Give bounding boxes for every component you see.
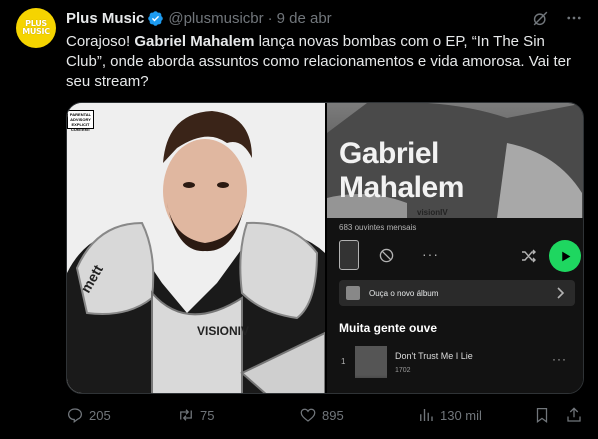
share-button[interactable] — [565, 404, 583, 426]
separator-dot: · — [267, 9, 273, 27]
views-count: 130 mil — [440, 407, 482, 423]
share-icon — [567, 407, 581, 422]
new-album-thumbnail — [346, 286, 360, 300]
track-title: Don't Trust Me I Lie — [395, 351, 473, 361]
avatar-logo-text: PLUS MUSIC — [22, 19, 50, 36]
spotify-artist-name: Gabriel Mahalem — [339, 137, 464, 205]
post-text-part1: Corajoso! — [66, 33, 135, 50]
more-icon[interactable] — [564, 8, 584, 28]
like-icon — [300, 408, 316, 422]
track-more-icon: ··· — [552, 352, 567, 366]
post-text: Corajoso! Gabriel Mahalem lança novas bo… — [66, 32, 584, 92]
author-display-name[interactable]: Plus Music — [66, 10, 144, 27]
spotify-artist-name-line1: Gabriel — [339, 137, 439, 170]
views-button[interactable]: 130 mil — [417, 404, 482, 426]
spotify-screenshot[interactable]: visionIV Gabriel Mahalem 683 ouvintes me… — [327, 103, 583, 393]
spotify-artist-thumbnail — [339, 240, 359, 270]
repost-button[interactable]: 75 — [177, 404, 214, 426]
post-media[interactable]: VISIONIV mett PARENTAL ADVISORY EXPLICIT… — [66, 102, 584, 394]
grok-icon[interactable] — [530, 8, 550, 28]
spotify-bottom-fade — [327, 375, 583, 393]
post-date[interactable]: 9 de abr — [277, 10, 332, 27]
views-icon — [420, 409, 433, 421]
artist-photo[interactable]: VISIONIV mett PARENTAL ADVISORY EXPLICIT… — [67, 103, 325, 393]
new-album-label: Ouça o novo álbum — [369, 288, 439, 298]
track-number: 1 — [341, 357, 346, 366]
parental-advisory-badge: PARENTAL ADVISORY EXPLICIT CONTENT — [67, 110, 94, 132]
spotify-monthly-listeners: 683 ouvintes mensais — [339, 223, 417, 232]
track-plays: 1702 — [395, 367, 411, 374]
repost-icon — [180, 409, 192, 421]
block-icon — [379, 248, 394, 263]
post-text-artist: Gabriel Mahalem — [134, 33, 255, 50]
spotify-section-title: Muita gente ouve — [339, 321, 438, 335]
spotify-artist-name-line2: Mahalem — [339, 171, 464, 204]
like-count: 895 — [322, 407, 344, 423]
post-header: Plus Music @plusmusicbr · 9 de abr — [66, 8, 584, 28]
chevron-right-icon — [555, 286, 565, 300]
spotify-artist-header: visionIV Gabriel Mahalem — [327, 103, 583, 218]
verified-badge-icon[interactable] — [147, 10, 164, 27]
header-actions — [530, 8, 584, 28]
shirt-text: VISIONIV — [197, 324, 249, 338]
spotify-controls: ··· — [339, 240, 581, 272]
bookmark-icon — [536, 407, 548, 424]
shuffle-icon — [520, 247, 538, 265]
spotify-more-icon: ··· — [422, 246, 439, 262]
spotify-play-button — [549, 240, 581, 272]
track-artwork — [355, 346, 387, 378]
reply-count: 205 — [89, 407, 111, 423]
like-button[interactable]: 895 — [299, 404, 344, 426]
repost-count: 75 — [200, 407, 215, 423]
spotify-new-album-row: Ouça o novo álbum — [339, 280, 575, 306]
hero-watermark: visionIV — [417, 208, 448, 217]
avatar[interactable]: PLUS MUSIC — [16, 8, 56, 48]
author-handle[interactable]: @plusmusicbr — [168, 10, 263, 27]
bookmark-button[interactable] — [533, 404, 551, 426]
reply-icon — [67, 408, 83, 424]
reply-button[interactable]: 205 — [66, 404, 111, 426]
post-actions: 205 75 895 130 mil — [66, 404, 584, 426]
